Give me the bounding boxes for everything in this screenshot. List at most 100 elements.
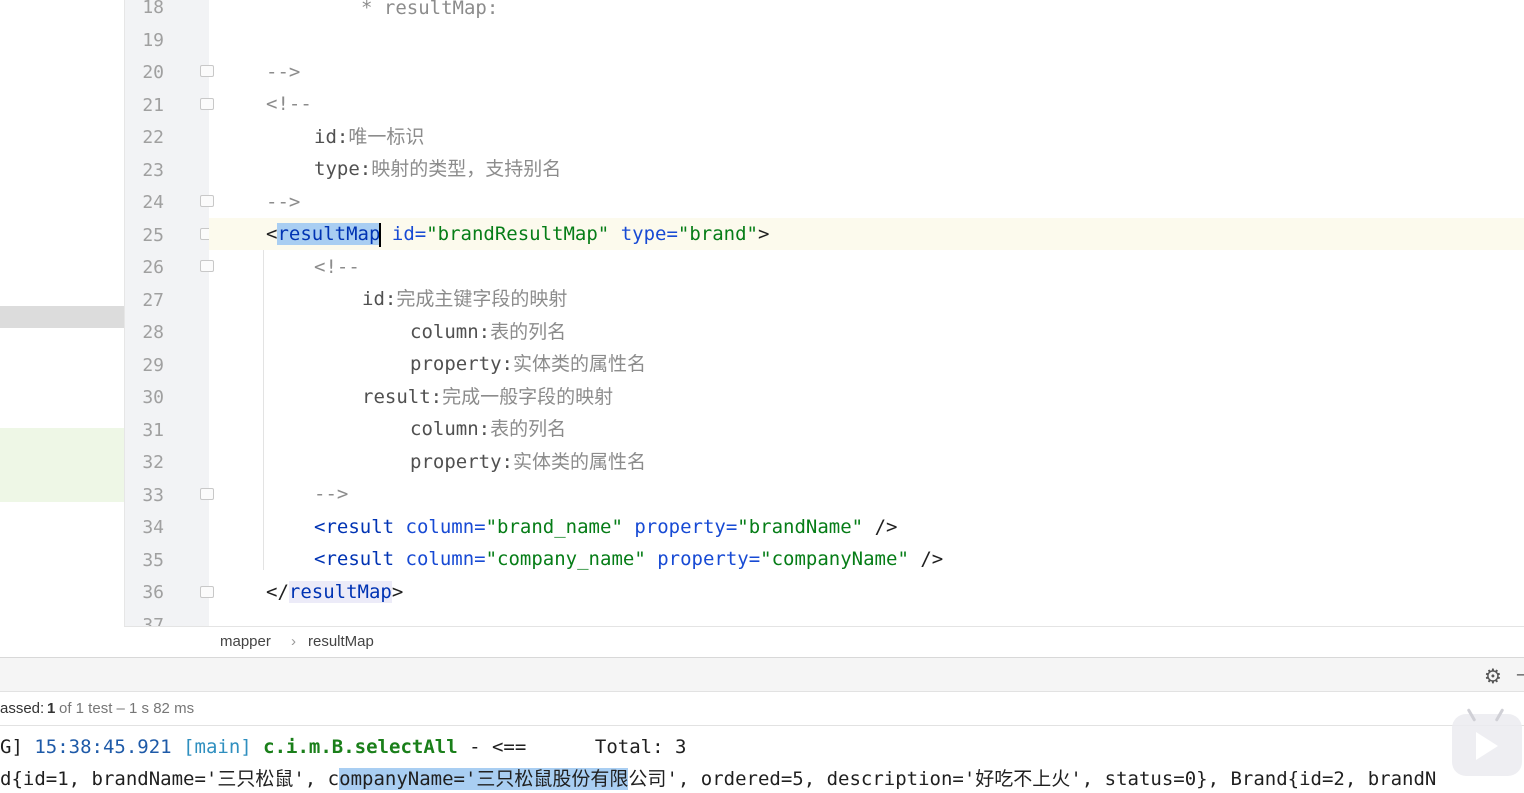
line-number[interactable]: 20 (124, 57, 164, 89)
log-message: - <== Total: 3 (469, 736, 687, 758)
test-summary: of 1 test – 1 s 82 ms (59, 700, 195, 717)
comment-open: <!-- (314, 256, 360, 278)
comment-close: --> (266, 191, 301, 213)
test-status-bar: assed: 1 of 1 test – 1 s 82 ms (0, 691, 1524, 726)
code-line-27: id:完成主键字段的映射 (209, 283, 1524, 315)
line-number[interactable]: 19 (124, 25, 164, 57)
line-number[interactable]: 26 (124, 252, 164, 284)
console-line: d{id=1, brandName='三只松鼠', companyName='三… (0, 763, 1436, 793)
line-number[interactable]: 30 (124, 382, 164, 414)
line-number[interactable]: 25 (124, 220, 164, 252)
line-number[interactable]: 24 (124, 187, 164, 219)
strip-selection-band (0, 306, 124, 328)
code-line-30: result:完成一般字段的映射 (209, 381, 1524, 413)
console-line: G] 15:38:45.921 [main] c.i.m.B.selectAll… (0, 731, 686, 763)
resultmap-close-tag[interactable]: resultMap (288, 581, 392, 603)
line-number[interactable]: 31 (124, 415, 164, 447)
comment-key: property: (410, 451, 513, 473)
result-tag: <result (314, 548, 395, 570)
code-line-36: </resultMap> (209, 576, 1524, 608)
tag-bracket: </ (266, 581, 289, 603)
code-line-22: id:唯一标识 (209, 121, 1524, 153)
log-text: ', c (293, 768, 340, 790)
line-number[interactable]: 36 (124, 577, 164, 609)
comment-value: 完成一般字段的映射 (442, 386, 614, 408)
comment-key: id: (314, 126, 349, 148)
comment-key: id: (362, 288, 397, 310)
tag-bracket: > (757, 223, 770, 245)
code-line-33: --> (209, 478, 1524, 510)
code-line-26: <!-- (209, 251, 1524, 283)
comment-value: 完成主键字段的映射 (396, 288, 568, 310)
line-number[interactable]: 27 (124, 285, 164, 317)
line-number[interactable]: 34 (124, 512, 164, 544)
code-line-28: column:表的列名 (209, 316, 1524, 348)
comment-value: 映射的类型，支持别名 (371, 158, 562, 180)
attr-name: property= (634, 516, 738, 538)
comment-close: --> (314, 483, 349, 505)
code-line-32: property:实体类的属性名 (209, 446, 1524, 478)
test-status-label: assed: (0, 700, 45, 717)
attr-value: "brandName" (737, 516, 864, 538)
comment-key: result: (362, 386, 443, 408)
code-line-31: column:表的列名 (209, 413, 1524, 445)
console-output[interactable]: G] 15:38:45.921 [main] c.i.m.B.selectAll… (0, 726, 1524, 793)
comment-key: column: (410, 418, 491, 440)
code-line-29: property:实体类的属性名 (209, 348, 1524, 380)
attr-name: id= (391, 223, 427, 245)
minimize-icon[interactable]: – (1516, 664, 1524, 685)
attr-value: "brandResultMap" (426, 223, 610, 245)
attr-value: "brand" (677, 223, 758, 245)
attr-value: "brand_name" (485, 516, 623, 538)
comment-text: * resultMap: (361, 0, 499, 19)
code-line-34: <result column="brand_name" property="br… (209, 511, 1524, 543)
breadcrumb-item-resultmap[interactable]: resultMap (308, 633, 374, 650)
log-text-cn: 三只松鼠 (217, 768, 294, 790)
attr-name: property= (657, 548, 761, 570)
log-thread: [main] (183, 736, 252, 758)
comment-value: 实体类的属性名 (512, 353, 646, 375)
code-line-21: <!-- (209, 88, 1524, 120)
log-text: d{id=1, brandName=' (0, 768, 218, 790)
code-line-35: <result column="company_name" property="… (209, 543, 1524, 575)
breadcrumb-item-mapper[interactable]: mapper (220, 633, 271, 650)
breadcrumb: mapper › resultMap (124, 626, 1524, 658)
comment-close: --> (266, 61, 301, 83)
line-number[interactable]: 23 (124, 155, 164, 187)
log-text-cn: 好吃不上火 (975, 768, 1071, 790)
log-selection: ompanyName=' (339, 768, 477, 790)
line-number[interactable]: 28 (124, 317, 164, 349)
attr-value: "company_name" (485, 548, 646, 570)
tag-bracket: > (391, 581, 404, 603)
comment-value: 唯一标识 (348, 126, 425, 148)
line-number[interactable]: 33 (124, 480, 164, 512)
line-number[interactable]: 22 (124, 122, 164, 154)
result-tag: <result (314, 516, 395, 538)
code-editor[interactable]: * resultMap: --> <!-- id:唯一标识 type:映射的类型… (209, 0, 1524, 626)
left-panel-strip (0, 0, 124, 657)
attr-name: column= (405, 516, 486, 538)
run-panel-header (0, 657, 1524, 692)
text-caret (379, 222, 382, 247)
strip-changed-band (0, 428, 124, 502)
tag-bracket: /> (920, 548, 944, 570)
line-number[interactable]: 32 (124, 447, 164, 479)
attr-name: type= (620, 223, 678, 245)
comment-open: <!-- (266, 93, 312, 115)
indent-guide (263, 250, 264, 570)
line-number[interactable]: 29 (124, 350, 164, 382)
log-text: ', ordered=5, description=' (666, 768, 976, 790)
line-number[interactable]: 21 (124, 90, 164, 122)
test-passed-count: 1 (47, 700, 56, 717)
comment-key: column: (410, 321, 491, 343)
play-icon (1476, 732, 1498, 760)
code-line-23: type:映射的类型，支持别名 (209, 153, 1524, 185)
log-timestamp: 15:38:45.921 (34, 736, 172, 758)
code-line-25-current: <resultMap id="brandResultMap" type="bra… (209, 218, 1524, 250)
resultmap-tag-selected[interactable]: resultMap (277, 223, 381, 245)
log-text: ', status=0}, Brand{id=2, brandN (1070, 768, 1437, 790)
line-number[interactable]: 18 (124, 0, 164, 24)
code-line-24: --> (209, 186, 1524, 218)
gear-icon[interactable]: ⚙ (1484, 664, 1502, 688)
line-number[interactable]: 35 (124, 545, 164, 577)
